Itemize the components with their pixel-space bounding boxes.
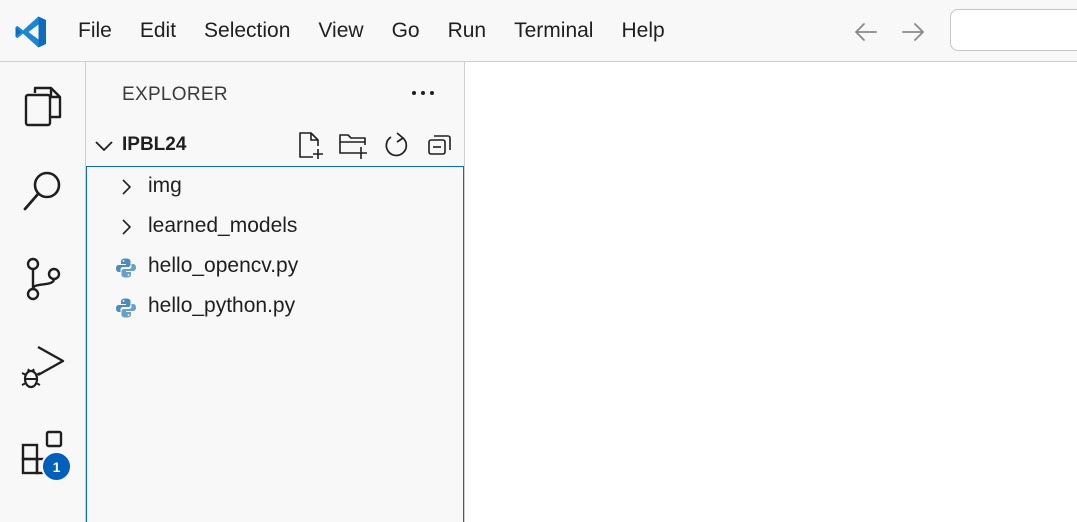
python-file-icon xyxy=(116,258,136,278)
tree-item-label: img xyxy=(148,174,182,197)
explorer-sidebar: EXPLORER IPBL24 img learned_models hello… xyxy=(86,62,465,522)
new-folder-icon[interactable] xyxy=(338,130,368,160)
title-bar: File Edit Selection View Go Run Terminal… xyxy=(0,0,1077,62)
sidebar-title: EXPLORER xyxy=(122,84,228,105)
arrow-right-icon[interactable] xyxy=(900,19,926,45)
tree-item-file[interactable]: hello_python.py xyxy=(87,287,463,327)
tree-item-label: learned_models xyxy=(148,214,298,237)
source-control-icon[interactable] xyxy=(18,254,68,304)
tree-item-label: hello_opencv.py xyxy=(148,254,299,277)
menu-run[interactable]: Run xyxy=(434,0,501,62)
activity-bar xyxy=(0,62,86,522)
tree-item-file[interactable]: hello_opencv.py xyxy=(87,247,463,287)
menu-selection[interactable]: Selection xyxy=(190,0,304,62)
workspace-folder-header[interactable]: IPBL24 xyxy=(86,128,465,164)
menu-go[interactable]: Go xyxy=(378,0,434,62)
arrow-left-icon[interactable] xyxy=(853,19,879,45)
menu-edit[interactable]: Edit xyxy=(126,0,190,62)
chevron-right-icon xyxy=(122,219,131,235)
search-icon[interactable] xyxy=(18,166,68,216)
more-actions-icon[interactable] xyxy=(408,81,438,105)
vscode-logo-icon xyxy=(15,16,46,48)
menu-terminal[interactable]: Terminal xyxy=(500,0,607,62)
workspace-folder-name: IPBL24 xyxy=(122,134,187,155)
collapse-all-icon[interactable] xyxy=(424,130,454,160)
explorer-icon[interactable] xyxy=(18,81,68,131)
tree-item-folder[interactable]: learned_models xyxy=(87,207,463,247)
command-center-search[interactable] xyxy=(950,9,1077,51)
run-debug-icon[interactable] xyxy=(18,342,68,392)
tree-item-label: hello_python.py xyxy=(148,294,296,317)
python-file-icon xyxy=(116,298,136,318)
new-file-icon[interactable] xyxy=(295,130,325,160)
menu-file[interactable]: File xyxy=(64,0,126,62)
chevron-down-icon xyxy=(95,141,113,151)
chevron-right-icon xyxy=(122,179,131,195)
refresh-icon[interactable] xyxy=(381,130,411,160)
menu-view[interactable]: View xyxy=(304,0,377,62)
tree-item-folder[interactable]: img xyxy=(87,167,463,207)
file-tree: img learned_models hello_opencv.py hello… xyxy=(86,166,464,522)
menu-bar: File Edit Selection View Go Run Terminal… xyxy=(64,0,679,62)
extensions-badge: 1 xyxy=(41,451,72,482)
editor-area[interactable] xyxy=(465,62,1077,522)
menu-help[interactable]: Help xyxy=(607,0,678,62)
